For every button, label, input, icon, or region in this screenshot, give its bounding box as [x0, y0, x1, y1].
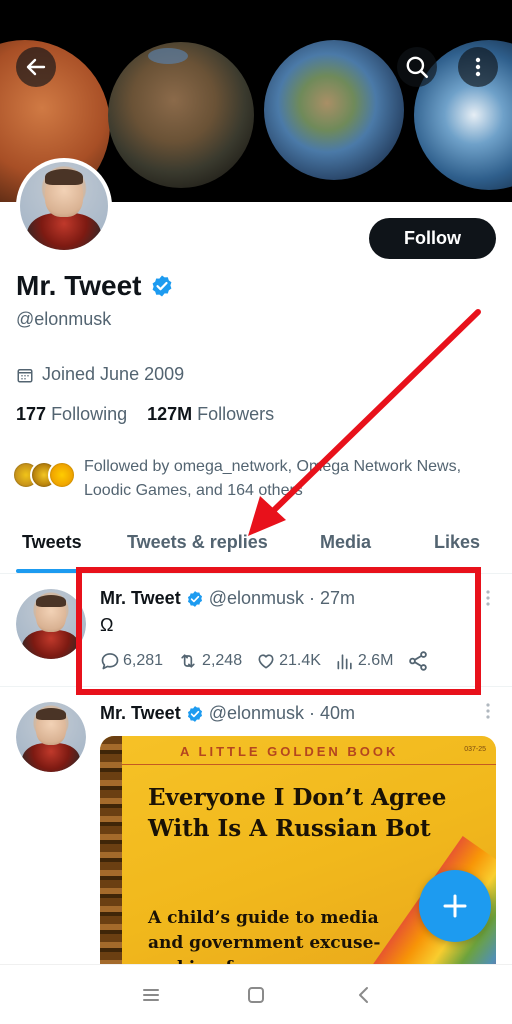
tab-media[interactable]: Media — [320, 532, 371, 553]
more-vertical-icon — [486, 703, 490, 719]
followed-by-avatars — [12, 457, 76, 493]
followers-link[interactable]: 127M Followers — [147, 404, 274, 425]
tweet-more-button[interactable] — [484, 589, 492, 612]
more-vertical-icon — [486, 590, 490, 606]
following-label: Following — [51, 404, 128, 424]
following-link[interactable]: 177 Following — [16, 404, 127, 425]
joined-date: Joined June 2009 — [16, 364, 184, 385]
followed-by[interactable]: Followed by omega_network, Omega Network… — [12, 455, 492, 503]
tweet-author-name[interactable]: Mr. Tweet — [100, 703, 181, 724]
verified-badge-icon — [152, 275, 171, 297]
avatar-image — [20, 162, 108, 250]
tab-tweets[interactable]: Tweets — [22, 532, 82, 553]
tab-tweets-replies[interactable]: Tweets & replies — [127, 532, 268, 553]
tweet-header: Mr. Tweet @elonmusk · 40m — [100, 703, 355, 724]
followed-by-text: Followed by omega_network, Omega Network… — [84, 458, 462, 499]
book-subtitle: A child’s guide to media and government … — [148, 908, 381, 964]
tweet-more-button[interactable] — [484, 702, 492, 725]
display-name: Mr. Tweet — [16, 270, 142, 301]
more-vertical-icon — [475, 57, 481, 77]
system-navigation-bar — [0, 964, 512, 1024]
search-button[interactable] — [397, 47, 437, 87]
tweet-meta: @elonmusk · 40m — [208, 703, 356, 723]
highlight-box — [76, 567, 481, 695]
followers-label: Followers — [197, 404, 275, 424]
joined-text: Joined June 2009 — [42, 364, 185, 384]
menu-icon — [143, 989, 159, 1001]
chevron-left-icon — [359, 987, 368, 1003]
book-title: Everyone I Don’t Agree With Is A Russian… — [148, 784, 447, 842]
back-button[interactable] — [16, 47, 56, 87]
book-series: A LITTLE GOLDEN BOOK — [180, 744, 399, 759]
following-count: 177 — [16, 404, 47, 424]
followers-count: 127M — [147, 404, 193, 424]
calendar-icon — [17, 368, 33, 382]
arrow-left-icon — [26, 58, 46, 76]
book-number: 037-25 — [464, 746, 486, 753]
home-button[interactable] — [244, 983, 268, 1007]
more-options-button[interactable] — [458, 47, 498, 87]
follow-stats: 177 Following 127M Followers — [16, 404, 274, 425]
plus-icon — [443, 894, 467, 918]
verified-badge-icon — [187, 705, 202, 722]
profile-tabs: Tweets Tweets & replies Media Likes — [0, 518, 512, 574]
banner-planet — [108, 42, 254, 188]
avatar[interactable] — [16, 702, 86, 772]
book-spine — [100, 736, 122, 964]
recent-apps-button[interactable] — [139, 983, 163, 1007]
tab-likes[interactable]: Likes — [434, 532, 480, 553]
compose-tweet-button[interactable] — [419, 870, 491, 942]
banner-planet — [264, 40, 404, 180]
profile-name-row: Mr. Tweet — [16, 270, 174, 302]
profile-handle: @elonmusk — [16, 309, 112, 329]
profile-avatar[interactable] — [16, 158, 112, 254]
avatar — [48, 461, 76, 489]
system-back-button[interactable] — [352, 983, 376, 1007]
home-square-icon — [248, 987, 264, 1003]
follow-button[interactable]: Follow — [369, 218, 496, 259]
search-icon — [406, 56, 429, 79]
